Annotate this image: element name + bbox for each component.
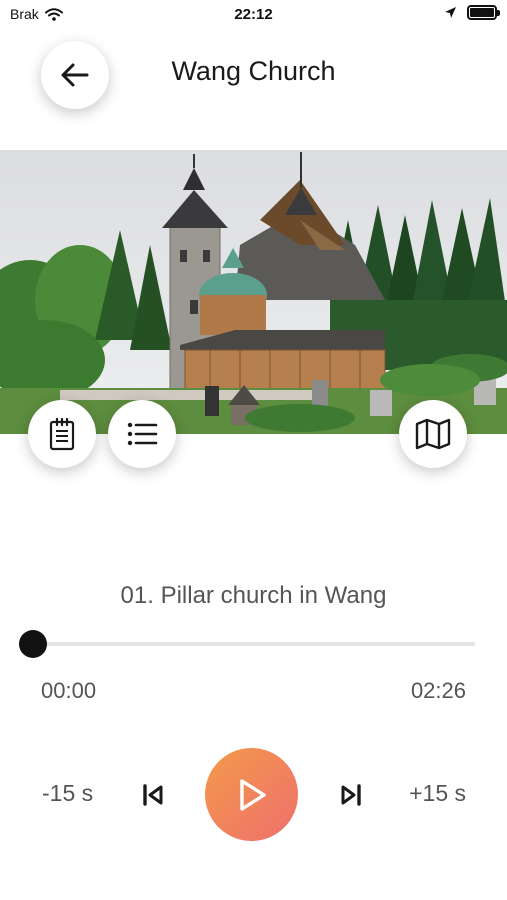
notes-button[interactable] <box>28 400 96 468</box>
status-right <box>444 5 500 20</box>
progress-track[interactable] <box>33 642 475 646</box>
arrow-left-icon <box>61 63 89 87</box>
next-track-button[interactable] <box>336 780 366 810</box>
forward-15-button[interactable]: +15 s <box>409 780 466 807</box>
map-button[interactable] <box>399 400 467 468</box>
current-time: 00:00 <box>41 678 97 703</box>
location-arrow-icon <box>445 7 456 18</box>
progress-thumb[interactable] <box>19 630 47 658</box>
play-icon <box>239 778 266 811</box>
back-button[interactable] <box>41 41 109 109</box>
battery-icon <box>467 5 500 20</box>
hero-image <box>0 150 507 434</box>
status-bar: Brak 22:12 <box>0 0 507 30</box>
track-title: 01. Pillar church in Wang <box>120 582 387 609</box>
skip-next-icon <box>341 784 361 806</box>
list-icon <box>127 422 158 446</box>
map-icon <box>415 418 451 450</box>
church-illustration <box>0 150 507 434</box>
page-title: Wang Church <box>171 56 336 86</box>
list-button[interactable] <box>108 400 176 468</box>
rewind-15-button[interactable]: -15 s <box>42 780 93 807</box>
status-time: 22:12 <box>234 6 273 23</box>
previous-track-button[interactable] <box>138 780 168 810</box>
notepad-icon <box>49 417 75 451</box>
play-button[interactable] <box>205 748 298 841</box>
total-time: 02:26 <box>410 678 466 703</box>
skip-previous-icon <box>143 784 163 806</box>
